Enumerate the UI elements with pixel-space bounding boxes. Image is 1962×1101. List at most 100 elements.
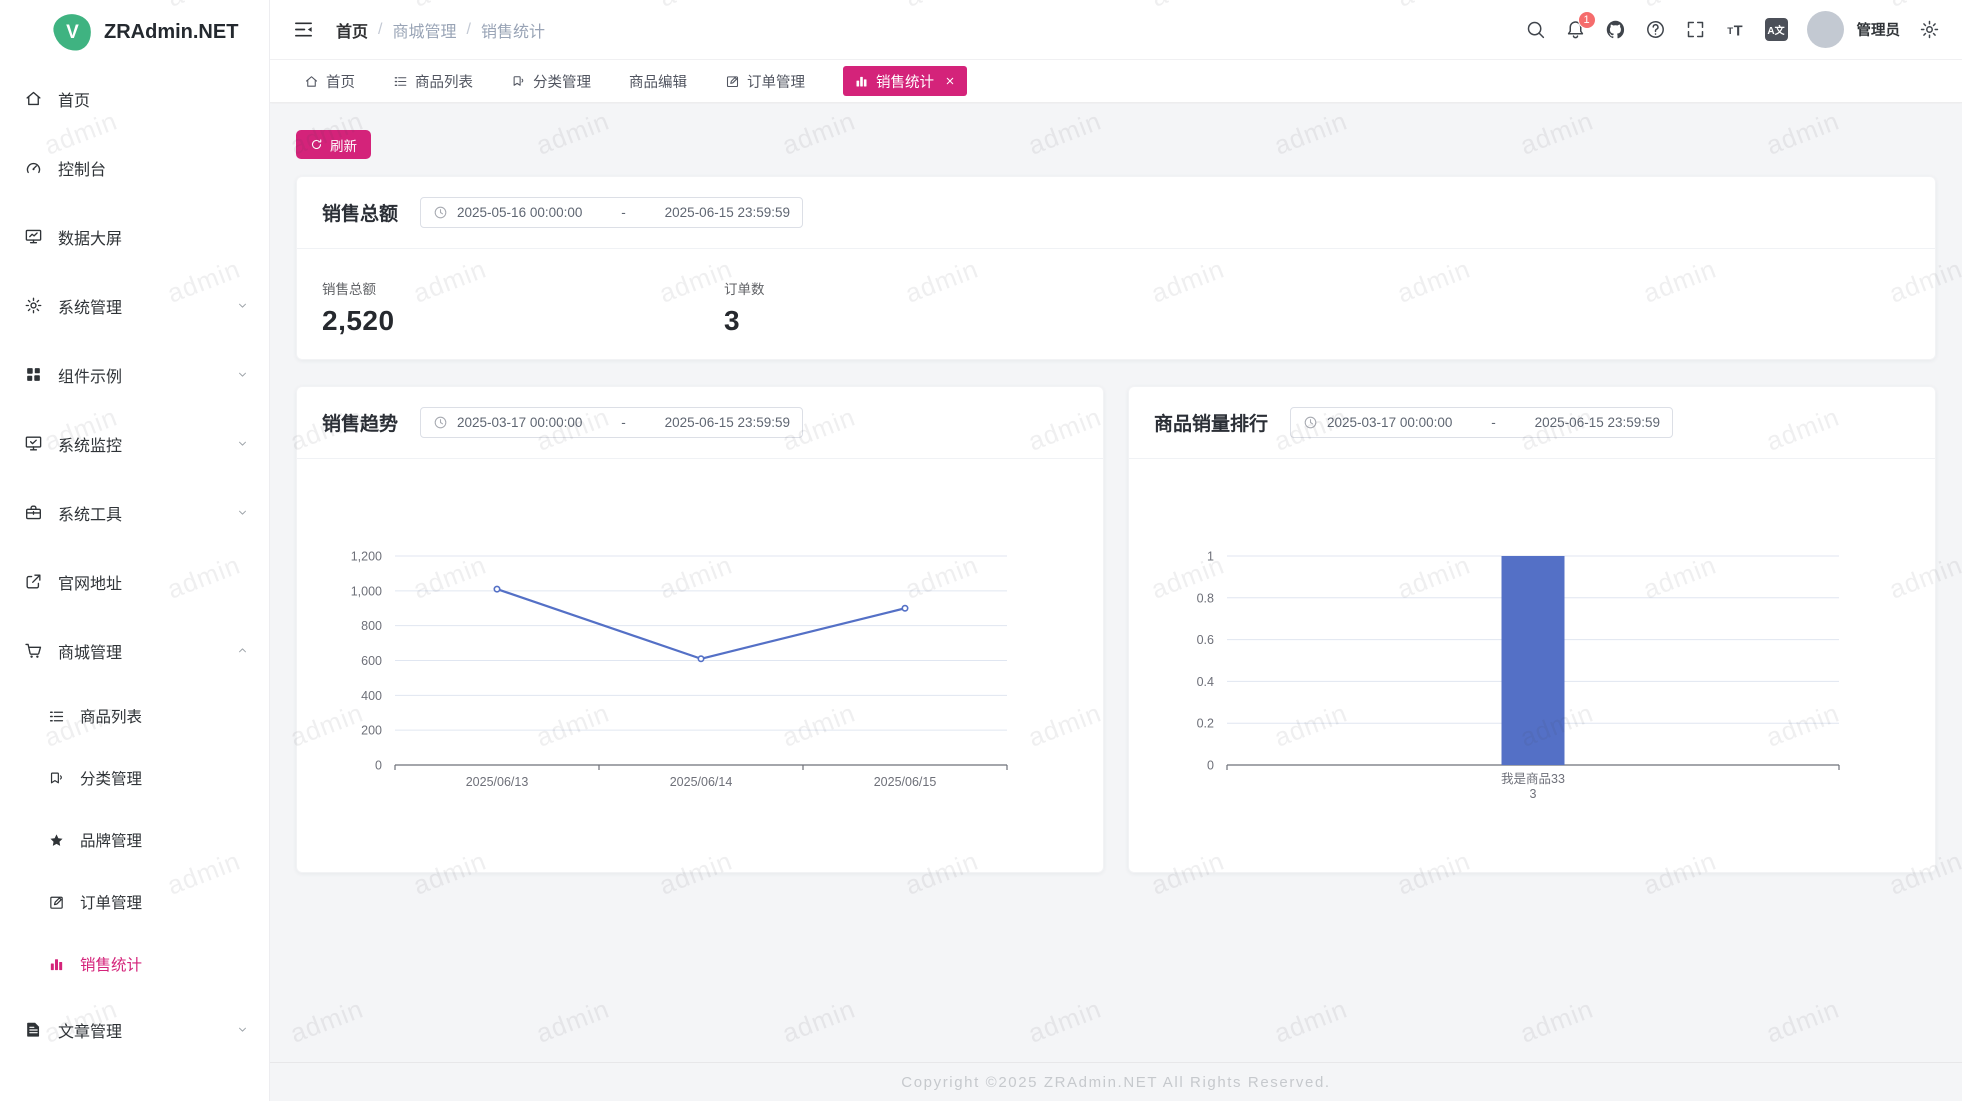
tab-订单管理[interactable]: 订单管理	[725, 66, 805, 96]
app-logo[interactable]: V ZRAdmin.NET	[0, 0, 269, 64]
card-title: 销售总额	[322, 199, 398, 226]
tab-bar: 首页 商品列表 分类管理 商品编辑 订单管理 销售统计	[270, 60, 1962, 103]
sidebar-item-系统管理[interactable]: 系统管理	[0, 271, 269, 340]
github-icon[interactable]	[1605, 19, 1626, 40]
logo-icon: V	[51, 11, 94, 54]
sales-trend-card: 销售趋势 2025-03-17 00:00:00 - 2025-06-15 23…	[296, 386, 1104, 873]
svg-text:我是商品333: 我是商品333	[1501, 771, 1565, 801]
external-icon	[24, 572, 43, 591]
tab-商品编辑[interactable]: 商品编辑	[629, 66, 687, 96]
date-range-picker[interactable]: 2025-03-17 00:00:00 - 2025-06-15 23:59:5…	[1290, 407, 1673, 438]
toolbox-icon	[24, 503, 43, 522]
sidebar-item-品牌管理[interactable]: 品牌管理	[0, 809, 269, 871]
breadcrumb-item[interactable]: 首页	[336, 18, 368, 42]
sidebar-item-分类管理[interactable]: 分类管理	[0, 747, 269, 809]
search-icon[interactable]	[1525, 19, 1546, 40]
sidebar-item-label: 商城管理	[58, 639, 122, 663]
sidebar-item-label: 系统管理	[58, 294, 122, 318]
date-end: 2025-06-15 23:59:59	[1535, 415, 1660, 430]
home-icon	[24, 89, 43, 108]
sidebar-item-控制台[interactable]: 控制台	[0, 133, 269, 202]
notification-badge: 1	[1578, 11, 1596, 29]
fullscreen-icon[interactable]	[1685, 19, 1706, 40]
clock-icon	[433, 415, 448, 430]
sidebar-item-label: 组件示例	[58, 363, 122, 387]
tab-label: 销售统计	[876, 71, 934, 92]
sidebar-item-首页[interactable]: 首页	[0, 64, 269, 133]
edit-icon	[725, 74, 740, 89]
sidebar-item-销售统计[interactable]: 销售统计	[0, 933, 269, 995]
sidebar-item-label: 文章管理	[58, 1018, 122, 1042]
sidebar-item-label: 商品列表	[80, 705, 142, 727]
chevron-down-icon	[236, 437, 249, 450]
date-range-picker[interactable]: 2025-03-17 00:00:00 - 2025-06-15 23:59:5…	[420, 407, 803, 438]
sidebar-item-文章管理[interactable]: 文章管理	[0, 995, 269, 1064]
sidebar-item-组件示例[interactable]: 组件示例	[0, 340, 269, 409]
date-separator: -	[591, 415, 655, 430]
sidebar-item-label: 系统监控	[58, 432, 122, 456]
list-icon	[48, 708, 65, 725]
sidebar-menu: 首页控制台数据大屏系统管理组件示例系统监控系统工具官网地址商城管理商品列表分类管…	[0, 64, 269, 1064]
edit-icon	[48, 894, 65, 911]
sidebar-item-系统工具[interactable]: 系统工具	[0, 478, 269, 547]
settings-gear-icon[interactable]	[1919, 19, 1940, 40]
breadcrumb: 首页/商城管理/销售统计	[336, 18, 545, 42]
font-size-icon[interactable]: TT	[1725, 19, 1746, 40]
sidebar-item-label: 数据大屏	[58, 225, 122, 249]
star-icon	[48, 832, 65, 849]
sidebar-fold-icon[interactable]	[292, 18, 315, 41]
top-header: 首页/商城管理/销售统计 1 TT A文 管理员	[270, 0, 1962, 60]
clock-icon	[433, 205, 448, 220]
card-title: 商品销量排行	[1154, 409, 1268, 436]
svg-text:1,000: 1,000	[351, 584, 382, 598]
close-icon[interactable]	[944, 75, 956, 87]
tab-首页[interactable]: 首页	[304, 66, 355, 96]
cart-icon	[24, 641, 43, 660]
charts-row: 销售趋势 2025-03-17 00:00:00 - 2025-06-15 23…	[296, 386, 1936, 873]
date-separator: -	[1461, 415, 1525, 430]
breadcrumb-item: 商城管理	[392, 18, 456, 42]
sidebar-item-系统监控[interactable]: 系统监控	[0, 409, 269, 478]
chevron-down-icon	[236, 506, 249, 519]
product-ranking-card: 商品销量排行 2025-03-17 00:00:00 - 2025-06-15 …	[1128, 386, 1936, 873]
help-icon[interactable]	[1645, 19, 1666, 40]
username[interactable]: 管理员	[1857, 19, 1901, 40]
svg-text:0: 0	[375, 759, 382, 773]
refresh-button[interactable]: 刷新	[296, 130, 371, 159]
tab-label: 首页	[326, 71, 355, 92]
sales-total-card: 销售总额 2025-05-16 00:00:00 - 2025-06-15 23…	[296, 176, 1936, 360]
bar-icon	[48, 956, 65, 973]
stat-value: 2,520	[322, 305, 724, 337]
avatar[interactable]	[1807, 11, 1844, 48]
tab-商品列表[interactable]: 商品列表	[393, 66, 473, 96]
card-header: 商品销量排行 2025-03-17 00:00:00 - 2025-06-15 …	[1129, 387, 1935, 459]
svg-text:0.6: 0.6	[1197, 633, 1214, 647]
tab-分类管理[interactable]: 分类管理	[511, 66, 591, 96]
svg-text:1: 1	[1207, 550, 1214, 564]
summary-stats: 销售总额 2,520 订单数 3	[297, 249, 1935, 337]
sidebar-item-商城管理[interactable]: 商城管理	[0, 616, 269, 685]
sidebar-item-官网地址[interactable]: 官网地址	[0, 547, 269, 616]
category-icon	[511, 74, 526, 89]
sidebar-item-label: 品牌管理	[80, 829, 142, 851]
svg-text:T: T	[1733, 23, 1742, 39]
sidebar-item-label: 分类管理	[80, 767, 142, 789]
language-icon[interactable]: A文	[1765, 18, 1788, 41]
sidebar-item-数据大屏[interactable]: 数据大屏	[0, 202, 269, 271]
date-range-picker[interactable]: 2025-05-16 00:00:00 - 2025-06-15 23:59:5…	[420, 197, 803, 228]
tab-销售统计[interactable]: 销售统计	[843, 66, 967, 96]
breadcrumb-item: 销售统计	[481, 18, 545, 42]
svg-text:0.8: 0.8	[1197, 591, 1214, 605]
app-title: ZRAdmin.NET	[104, 21, 238, 44]
date-end: 2025-06-15 23:59:59	[665, 205, 790, 220]
refresh-icon	[310, 138, 323, 151]
svg-text:800: 800	[361, 619, 382, 633]
svg-text:0.4: 0.4	[1197, 675, 1214, 689]
svg-text:400: 400	[361, 689, 382, 703]
sidebar-item-订单管理[interactable]: 订单管理	[0, 871, 269, 933]
date-end: 2025-06-15 23:59:59	[665, 415, 790, 430]
product-ranking-bar-chart: 00.20.40.60.81我是商品333	[1129, 459, 1935, 873]
sidebar-item-商品列表[interactable]: 商品列表	[0, 685, 269, 747]
stat-label: 销售总额	[322, 278, 724, 298]
notification-bell-icon[interactable]: 1	[1565, 19, 1586, 40]
